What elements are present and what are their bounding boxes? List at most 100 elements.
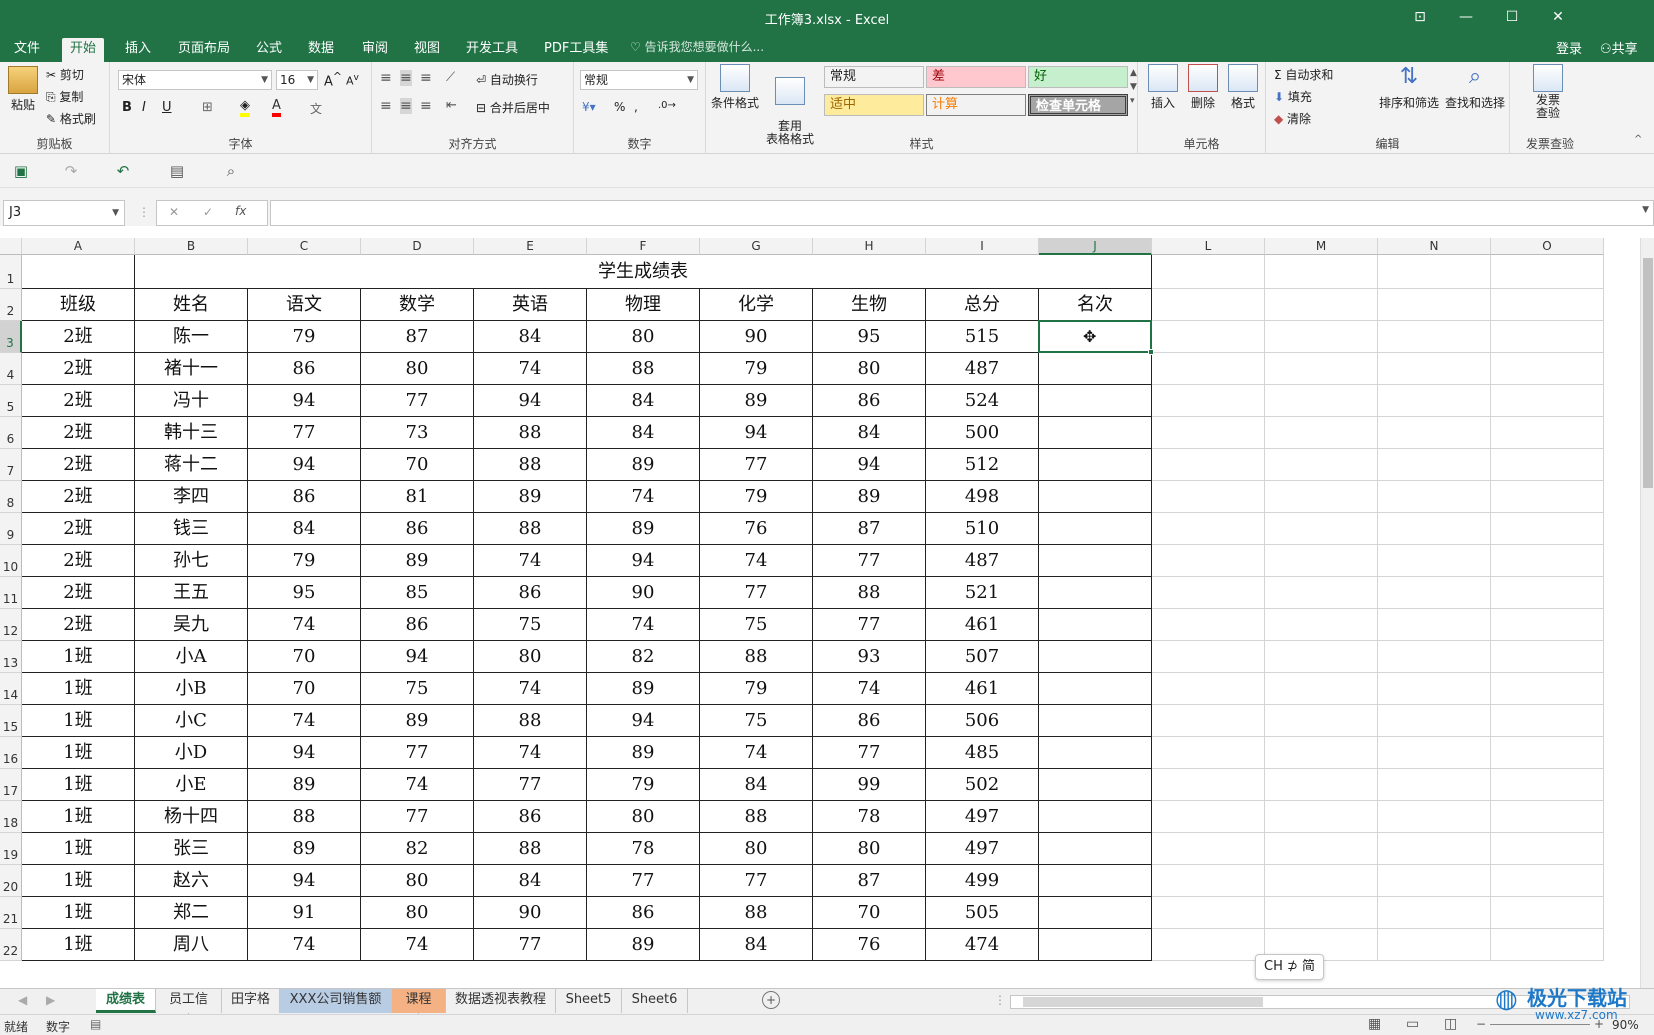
table-cell[interactable]: 79 (587, 769, 700, 801)
table-cell[interactable]: 79 (248, 545, 361, 577)
table-cell[interactable]: 73 (361, 417, 474, 449)
table-cell[interactable] (1039, 929, 1152, 961)
table-cell[interactable]: 75 (361, 673, 474, 705)
table-cell[interactable]: 89 (248, 833, 361, 865)
table-cell[interactable]: 88 (474, 513, 587, 545)
table-cell[interactable]: 77 (361, 385, 474, 417)
table-cell[interactable] (1378, 513, 1491, 545)
header-cell[interactable]: 生物 (813, 289, 926, 321)
table-cell[interactable] (1152, 929, 1265, 961)
table-cell[interactable] (1378, 385, 1491, 417)
table-cell[interactable] (1152, 641, 1265, 673)
sheet-title-cell[interactable]: 学生成绩表 (135, 255, 1152, 289)
table-cell[interactable] (1491, 705, 1604, 737)
table-cell[interactable]: 81 (361, 481, 474, 513)
table-cell[interactable] (1152, 673, 1265, 705)
row-header[interactable]: 8 (0, 481, 22, 513)
sheet-tab[interactable]: 员工信息 (156, 989, 222, 1029)
table-cell[interactable]: 77 (361, 801, 474, 833)
decrease-font-icon[interactable]: Av (346, 72, 359, 88)
table-cell[interactable]: 86 (248, 481, 361, 513)
table-cell[interactable] (1491, 417, 1604, 449)
table-cell[interactable]: 80 (587, 321, 700, 353)
worksheet-grid[interactable]: A B C D E F G H I J L M N O 1 学生成绩表 2 班级 姓名 语文 数学 英语 物理 化学 生物 总分名… (0, 238, 1640, 988)
table-cell[interactable] (1152, 737, 1265, 769)
tab-view[interactable]: 视图 (406, 38, 448, 62)
table-cell[interactable] (1265, 545, 1378, 577)
table-cell[interactable]: 2班 (22, 481, 135, 513)
table-cell[interactable]: 94 (474, 385, 587, 417)
table-cell[interactable]: 84 (813, 417, 926, 449)
comma-button[interactable]: , (634, 100, 638, 114)
table-cell[interactable]: 80 (813, 353, 926, 385)
table-cell[interactable]: 77 (474, 769, 587, 801)
table-cell[interactable]: 94 (248, 449, 361, 481)
table-cell[interactable] (1265, 673, 1378, 705)
column-header[interactable]: E (474, 238, 587, 255)
table-cell[interactable]: 506 (926, 705, 1039, 737)
select-all-corner[interactable] (0, 238, 22, 255)
table-cell[interactable]: 74 (361, 769, 474, 801)
table-cell[interactable]: 80 (361, 865, 474, 897)
table-cell[interactable]: 2班 (22, 321, 135, 353)
header-cell[interactable]: 物理 (587, 289, 700, 321)
table-cell[interactable]: 王五 (135, 577, 248, 609)
table-cell[interactable]: 524 (926, 385, 1039, 417)
font-name-select[interactable]: 宋体 ▼ (118, 70, 272, 90)
table-cell[interactable]: 88 (474, 449, 587, 481)
table-cell[interactable]: 94 (700, 417, 813, 449)
table-cell[interactable]: 88 (813, 577, 926, 609)
table-cell[interactable] (1378, 417, 1491, 449)
table-cell[interactable] (1039, 801, 1152, 833)
increase-font-icon[interactable]: A^ (324, 70, 342, 89)
table-cell[interactable]: 76 (813, 929, 926, 961)
table-cell[interactable]: 2班 (22, 353, 135, 385)
paste-button[interactable]: 粘贴 (8, 66, 38, 113)
table-cell[interactable]: 89 (587, 673, 700, 705)
table-cell[interactable]: 1班 (22, 769, 135, 801)
table-cell[interactable] (1152, 417, 1265, 449)
table-cell[interactable]: 74 (474, 673, 587, 705)
underline-button[interactable]: U (162, 100, 172, 115)
table-cell[interactable] (1378, 321, 1491, 353)
tab-file[interactable]: 文件 (6, 38, 48, 62)
table-cell[interactable] (1265, 865, 1378, 897)
table-cell[interactable]: 吴九 (135, 609, 248, 641)
table-cell[interactable] (1152, 801, 1265, 833)
table-cell[interactable] (1491, 289, 1604, 321)
table-cell[interactable]: 77 (813, 609, 926, 641)
table-cell[interactable]: 70 (813, 897, 926, 929)
table-cell[interactable] (1039, 737, 1152, 769)
table-cell[interactable]: 钱三 (135, 513, 248, 545)
table-cell[interactable] (1265, 641, 1378, 673)
autosum-button[interactable]: Σ 自动求和 (1274, 66, 1333, 83)
table-cell[interactable] (1491, 929, 1604, 961)
table-cell[interactable] (1265, 481, 1378, 513)
sort-filter-button[interactable]: ⇅ 排序和筛选 (1378, 64, 1440, 111)
table-cell[interactable] (1378, 609, 1491, 641)
table-cell[interactable]: 84 (700, 929, 813, 961)
table-cell[interactable]: 2班 (22, 609, 135, 641)
table-cell[interactable]: 485 (926, 737, 1039, 769)
column-header[interactable]: G (700, 238, 813, 255)
table-cell[interactable]: 502 (926, 769, 1039, 801)
style-check-cell[interactable]: 检查单元格 (1028, 94, 1128, 116)
table-cell[interactable]: 77 (700, 865, 813, 897)
table-cell[interactable] (1265, 801, 1378, 833)
scroll-thumb[interactable] (1023, 997, 1263, 1007)
table-cell[interactable] (1491, 513, 1604, 545)
zoom-out-icon[interactable]: − (1476, 1017, 1486, 1031)
normal-view-icon[interactable]: ▦ (1368, 1016, 1381, 1032)
table-cell[interactable]: 80 (700, 833, 813, 865)
maximize-button[interactable]: ☐ (1490, 6, 1534, 28)
fill-color-icon[interactable]: ◈ (240, 98, 250, 117)
table-cell[interactable] (1039, 609, 1152, 641)
table-cell[interactable]: 91 (248, 897, 361, 929)
table-cell[interactable] (1265, 609, 1378, 641)
table-cell[interactable]: 497 (926, 801, 1039, 833)
table-cell[interactable]: 79 (700, 481, 813, 513)
table-cell[interactable]: 77 (587, 865, 700, 897)
table-cell[interactable]: 94 (587, 705, 700, 737)
table-cell[interactable]: 94 (813, 449, 926, 481)
table-cell[interactable]: 89 (700, 385, 813, 417)
